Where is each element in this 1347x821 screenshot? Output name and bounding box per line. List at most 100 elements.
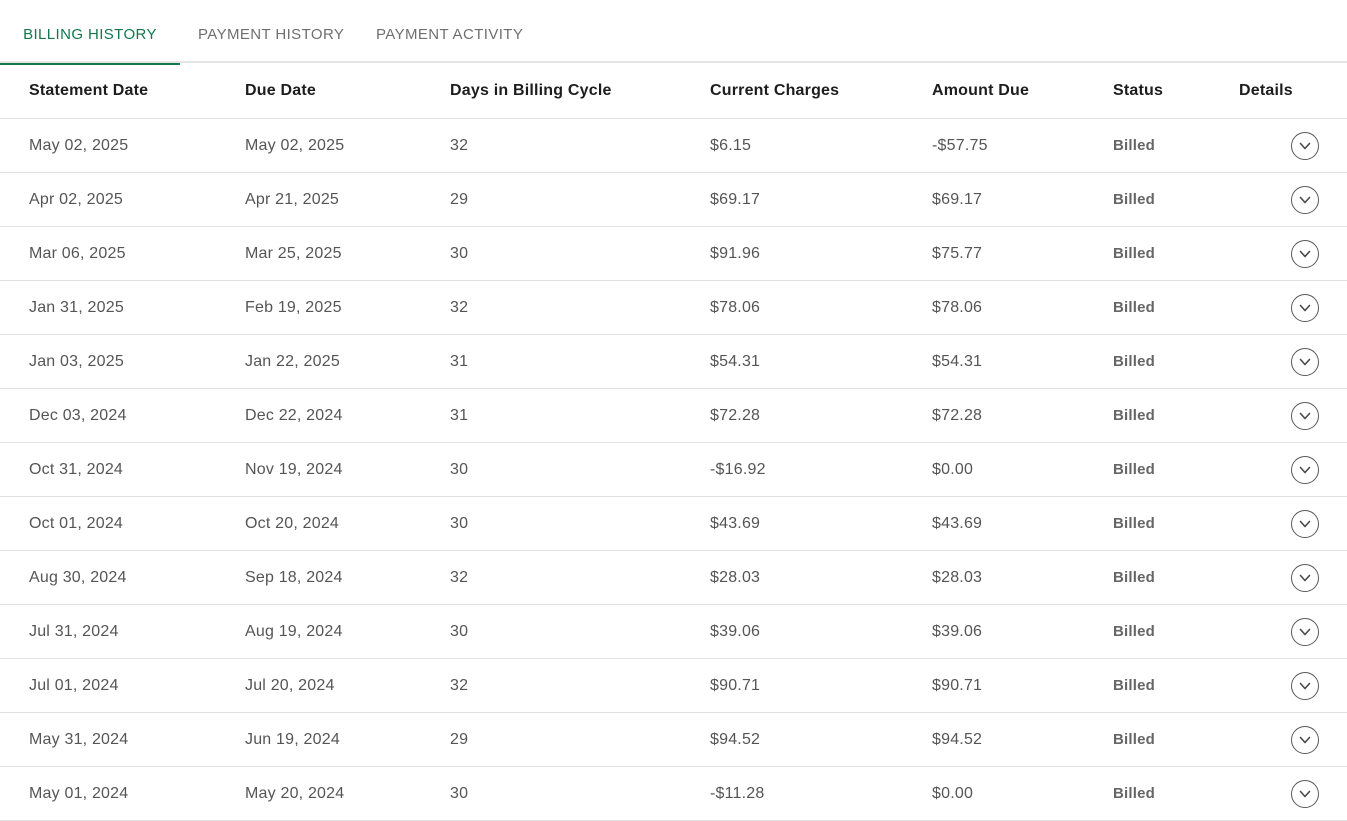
current-charges-cell: $78.06 bbox=[710, 298, 761, 316]
amount-due-cell: $28.03 bbox=[932, 568, 983, 586]
statement-date-cell: Oct 01, 2024 bbox=[29, 514, 124, 532]
column-header-due-date: Due Date bbox=[245, 81, 316, 99]
expand-details-button[interactable] bbox=[1291, 239, 1319, 268]
chevron-down-icon bbox=[1299, 358, 1311, 365]
status-cell: Billed bbox=[1113, 785, 1156, 802]
due-date-cell: May 20, 2024 bbox=[245, 784, 345, 802]
due-date-cell: Jul 20, 2024 bbox=[245, 676, 335, 694]
status-cell: Billed bbox=[1113, 245, 1156, 262]
current-charges-cell: $54.31 bbox=[710, 352, 761, 370]
amount-due-cell: $72.28 bbox=[932, 406, 983, 424]
statement-date-cell: Jul 31, 2024 bbox=[29, 622, 119, 640]
expand-details-button[interactable] bbox=[1291, 779, 1319, 808]
expand-details-button[interactable] bbox=[1291, 347, 1319, 376]
column-header-status: Status bbox=[1113, 81, 1164, 99]
amount-due-cell: $54.31 bbox=[932, 352, 983, 370]
chevron-down-icon bbox=[1299, 250, 1311, 257]
due-date-cell: Jun 19, 2024 bbox=[245, 730, 340, 748]
current-charges-cell: -$11.28 bbox=[710, 784, 765, 802]
due-date-cell: Jan 22, 2025 bbox=[245, 352, 340, 370]
status-cell: Billed bbox=[1113, 299, 1156, 316]
table-row: May 31, 2024 Jun 19, 2024 29 $94.52 $94.52 Bi… bbox=[0, 713, 1347, 767]
days-in-cycle-cell: 31 bbox=[450, 406, 469, 424]
column-header-details: Details bbox=[1239, 81, 1293, 99]
expand-details-button[interactable] bbox=[1291, 725, 1319, 754]
current-charges-cell: $69.17 bbox=[710, 190, 761, 208]
chevron-down-icon bbox=[1299, 628, 1311, 635]
chevron-down-icon bbox=[1299, 466, 1311, 473]
current-charges-cell: $94.52 bbox=[710, 730, 761, 748]
table-row: May 01, 2024 May 20, 2024 30 -$11.28 $0.00 Bi… bbox=[0, 767, 1347, 821]
expand-details-button[interactable] bbox=[1291, 293, 1319, 322]
statement-date-cell: Jan 31, 2025 bbox=[29, 298, 124, 316]
status-cell: Billed bbox=[1113, 569, 1156, 586]
tab-billing-history[interactable]: BILLING HISTORY bbox=[0, 0, 180, 65]
days-in-cycle-cell: 30 bbox=[450, 244, 469, 262]
days-in-cycle-cell: 29 bbox=[450, 730, 469, 748]
expand-details-button[interactable] bbox=[1291, 509, 1319, 538]
current-charges-cell: -$16.92 bbox=[710, 460, 766, 478]
expand-details-button[interactable] bbox=[1291, 185, 1319, 214]
statement-date-cell: Mar 06, 2025 bbox=[29, 244, 126, 262]
expand-details-button[interactable] bbox=[1291, 671, 1319, 700]
days-in-cycle-cell: 30 bbox=[450, 514, 469, 532]
expand-details-button[interactable] bbox=[1291, 131, 1319, 160]
days-in-cycle-cell: 32 bbox=[450, 136, 469, 154]
due-date-cell: Feb 19, 2025 bbox=[245, 298, 342, 316]
table-row: Mar 06, 2025 Mar 25, 2025 30 $91.96 $75.77 Bi… bbox=[0, 227, 1347, 281]
chevron-down-icon bbox=[1299, 196, 1311, 203]
expand-details-button[interactable] bbox=[1291, 401, 1319, 430]
days-in-cycle-cell: 29 bbox=[450, 190, 469, 208]
status-cell: Billed bbox=[1113, 191, 1156, 208]
expand-details-button[interactable] bbox=[1291, 617, 1319, 646]
status-cell: Billed bbox=[1113, 515, 1156, 532]
table-row: Dec 03, 2024 Dec 22, 2024 31 $72.28 $72.28 Bi… bbox=[0, 389, 1347, 443]
chevron-down-icon bbox=[1299, 682, 1311, 689]
column-header-amount-due: Amount Due bbox=[932, 81, 1030, 99]
status-cell: Billed bbox=[1113, 731, 1156, 748]
expand-details-button[interactable] bbox=[1291, 563, 1319, 592]
tab-bar: BILLING HISTORY PAYMENT HISTORY PAYMENT … bbox=[0, 0, 1347, 65]
table-row: Apr 02, 2025 Apr 21, 2025 29 $69.17 $69.17 Bi… bbox=[0, 173, 1347, 227]
status-cell: Billed bbox=[1113, 407, 1156, 424]
table-row: Oct 01, 2024 Oct 20, 2024 30 $43.69 $43.69 Bi… bbox=[0, 497, 1347, 551]
status-cell: Billed bbox=[1113, 461, 1156, 478]
chevron-down-icon bbox=[1299, 790, 1311, 797]
table-row: Jul 01, 2024 Jul 20, 2024 32 $90.71 $90.71 Bi… bbox=[0, 659, 1347, 713]
expand-details-button[interactable] bbox=[1291, 455, 1319, 484]
tab-payment-history[interactable]: PAYMENT HISTORY bbox=[198, 0, 344, 63]
days-in-cycle-cell: 32 bbox=[450, 568, 469, 586]
due-date-cell: Apr 21, 2025 bbox=[245, 190, 340, 208]
table-body: May 02, 2025 May 02, 2025 32 $6.15 -$57.75 Bi… bbox=[0, 119, 1347, 821]
statement-date-cell: May 01, 2024 bbox=[29, 784, 129, 802]
statement-date-cell: Jan 03, 2025 bbox=[29, 352, 124, 370]
due-date-cell: Sep 18, 2024 bbox=[245, 568, 343, 586]
statement-date-cell: Jul 01, 2024 bbox=[29, 676, 119, 694]
statement-date-cell: May 02, 2025 bbox=[29, 136, 129, 154]
tab-payment-activity[interactable]: PAYMENT ACTIVITY bbox=[376, 0, 523, 63]
chevron-down-icon bbox=[1299, 412, 1311, 419]
current-charges-cell: $43.69 bbox=[710, 514, 761, 532]
days-in-cycle-cell: 32 bbox=[450, 676, 469, 694]
table-row: Aug 30, 2024 Sep 18, 2024 32 $28.03 $28.03 Bi… bbox=[0, 551, 1347, 605]
days-in-cycle-cell: 32 bbox=[450, 298, 469, 316]
chevron-down-icon bbox=[1299, 142, 1311, 149]
current-charges-cell: $90.71 bbox=[710, 676, 761, 694]
table-row: Jan 31, 2025 Feb 19, 2025 32 $78.06 $78.06 Bi… bbox=[0, 281, 1347, 335]
table-header-row: Statement Date Due Date Days in Billing … bbox=[0, 63, 1347, 119]
current-charges-cell: $91.96 bbox=[710, 244, 761, 262]
statement-date-cell: Dec 03, 2024 bbox=[29, 406, 127, 424]
amount-due-cell: $78.06 bbox=[932, 298, 983, 316]
due-date-cell: Nov 19, 2024 bbox=[245, 460, 343, 478]
status-cell: Billed bbox=[1113, 137, 1156, 154]
chevron-down-icon bbox=[1299, 520, 1311, 527]
due-date-cell: Dec 22, 2024 bbox=[245, 406, 343, 424]
due-date-cell: Oct 20, 2024 bbox=[245, 514, 340, 532]
statement-date-cell: Oct 31, 2024 bbox=[29, 460, 124, 478]
amount-due-cell: $39.06 bbox=[932, 622, 983, 640]
amount-due-cell: -$57.75 bbox=[932, 136, 988, 154]
table-row: Oct 31, 2024 Nov 19, 2024 30 -$16.92 $0.00 Bi… bbox=[0, 443, 1347, 497]
amount-due-cell: $0.00 bbox=[932, 460, 974, 478]
column-header-current-charges: Current Charges bbox=[710, 81, 840, 99]
statement-date-cell: Apr 02, 2025 bbox=[29, 190, 124, 208]
